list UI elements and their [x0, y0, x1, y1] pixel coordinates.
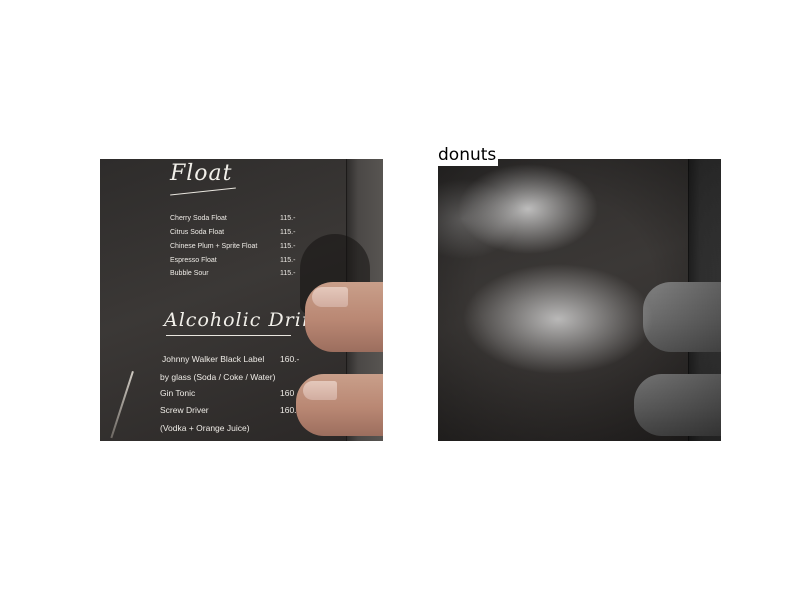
item-name: Johnny Walker Black Label	[162, 354, 265, 364]
item-price: 115.-	[280, 270, 296, 277]
float-heading: Float	[170, 161, 233, 186]
item-name: Gin Tonic	[160, 388, 196, 398]
fingernail	[303, 381, 337, 400]
item-name: Bubble Sour	[170, 270, 209, 277]
fingernail	[312, 287, 348, 307]
item-price: 115.-	[280, 229, 296, 236]
item-name: Citrus Soda Float	[170, 229, 225, 236]
item-price: 115.-	[280, 215, 296, 222]
item-price: 160.-	[280, 354, 300, 364]
item-name: by glass (Soda / Coke / Water)	[160, 372, 276, 382]
overlay-label: donuts	[436, 144, 499, 166]
pen	[110, 371, 134, 439]
item-name: (Vodka + Orange Juice)	[160, 423, 250, 433]
alcohol-heading-underline	[166, 335, 291, 336]
float-heading-underline	[170, 187, 236, 196]
menu-photo: Float Cherry Soda Float 115.- Citrus Sod…	[100, 159, 383, 441]
item-price: 160	[280, 388, 295, 398]
item-price: 115.-	[280, 243, 296, 250]
item-name: Screw Driver	[160, 405, 209, 415]
item-name: Cherry Soda Float	[170, 215, 227, 222]
item-price: 115.-	[280, 257, 296, 264]
item-name: Chinese Plum + Sprite Float	[170, 243, 258, 250]
item-name: Espresso Float	[170, 257, 217, 264]
vignette	[438, 159, 721, 441]
attention-map	[438, 159, 721, 441]
